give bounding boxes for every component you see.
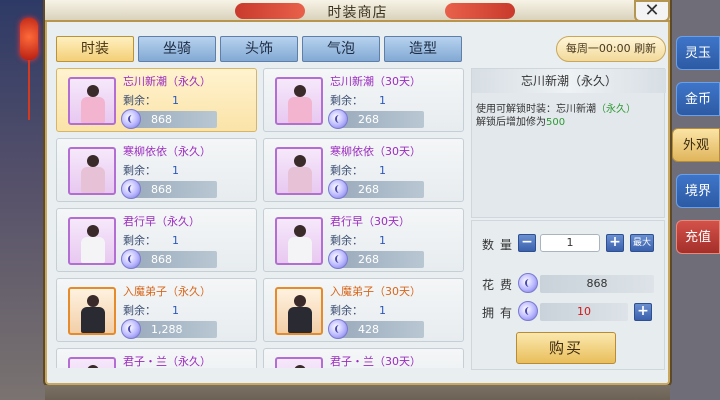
tab-fashion[interactable]: 时装 bbox=[56, 36, 134, 62]
tab-headwear[interactable]: 头饰 bbox=[220, 36, 298, 62]
jade-coin-icon bbox=[121, 109, 141, 129]
item-remaining: 剩余： 1 bbox=[123, 164, 179, 177]
item-card[interactable]: 忘川新潮（永久） 剩余： 1 868 bbox=[56, 68, 257, 132]
owned-label: 拥有 bbox=[482, 306, 519, 320]
item-card[interactable]: 寒柳依依（30天） 剩余： 1 268 bbox=[263, 138, 464, 202]
buy-button[interactable]: 购买 bbox=[516, 332, 616, 364]
item-thumbnail bbox=[275, 217, 323, 265]
side-tab-jade[interactable]: 灵玉 bbox=[676, 36, 720, 70]
item-name: 寒柳依依（永久） bbox=[123, 145, 211, 158]
item-card[interactable]: 君行早（永久） 剩余： 1 868 bbox=[56, 208, 257, 272]
side-tab-gold[interactable]: 金币 bbox=[676, 82, 720, 116]
detail-title: 忘川新潮（永久） bbox=[472, 69, 666, 93]
title-ornament-right bbox=[445, 3, 515, 19]
item-card[interactable]: 君行早（30天） 剩余： 1 268 bbox=[263, 208, 464, 272]
item-card[interactable]: 寒柳依依（永久） 剩余： 1 868 bbox=[56, 138, 257, 202]
jade-coin-icon bbox=[328, 109, 348, 129]
item-grid[interactable]: 忘川新潮（永久） 剩余： 1 868 忘川新潮（30天） 剩余： 1 268 寒柳依… bbox=[56, 68, 464, 368]
item-name: 寒柳依依（30天） bbox=[330, 145, 421, 158]
cost-label: 花费 bbox=[482, 278, 519, 292]
recharge-plus-button[interactable]: + bbox=[634, 303, 652, 321]
quantity-input[interactable]: 1 bbox=[540, 234, 600, 252]
item-thumbnail bbox=[68, 147, 116, 195]
item-name: 君行早（永久） bbox=[123, 215, 200, 228]
lantern-tassel bbox=[28, 60, 30, 120]
item-thumbnail bbox=[275, 357, 323, 368]
jade-coin-icon bbox=[328, 249, 348, 269]
item-name: 君子・兰（永久） bbox=[123, 355, 211, 368]
title-bar: 时装商店 bbox=[45, 0, 670, 22]
title-ornament-left bbox=[235, 3, 305, 19]
item-card[interactable]: 君子・兰（永久） bbox=[56, 348, 257, 368]
refresh-timer: 每周一00:00 刷新 bbox=[556, 36, 666, 62]
tab-mount[interactable]: 坐骑 bbox=[138, 36, 216, 62]
jade-coin-icon bbox=[518, 273, 538, 293]
lantern-decoration bbox=[20, 18, 38, 60]
max-quantity-button[interactable]: 最大 bbox=[630, 234, 654, 252]
jade-coin-icon bbox=[121, 319, 141, 339]
item-thumbnail bbox=[275, 77, 323, 125]
owned-value: 10 bbox=[540, 303, 628, 321]
item-remaining: 剩余： 1 bbox=[330, 94, 386, 107]
item-name: 入魔弟子（永久） bbox=[123, 285, 211, 298]
item-card[interactable]: 忘川新潮（30天） 剩余： 1 268 bbox=[263, 68, 464, 132]
item-thumbnail bbox=[68, 287, 116, 335]
item-card[interactable]: 入魔弟子（永久） 剩余： 1 1,288 bbox=[56, 278, 257, 342]
decrease-quantity-button[interactable]: − bbox=[518, 234, 536, 252]
jade-coin-icon bbox=[121, 179, 141, 199]
item-thumbnail bbox=[68, 77, 116, 125]
item-name: 忘川新潮（30天） bbox=[330, 75, 421, 88]
tab-style[interactable]: 造型 bbox=[384, 36, 462, 62]
tab-bubble[interactable]: 气泡 bbox=[302, 36, 380, 62]
jade-coin-icon bbox=[328, 319, 348, 339]
item-thumbnail bbox=[275, 147, 323, 195]
quantity-label: 数量 bbox=[482, 238, 519, 252]
background-scene bbox=[0, 0, 45, 400]
item-remaining: 剩余： 1 bbox=[330, 234, 386, 247]
close-button[interactable]: ✕ bbox=[634, 0, 670, 22]
item-name: 君子・兰（30天） bbox=[330, 355, 421, 368]
item-thumbnail bbox=[68, 217, 116, 265]
jade-coin-icon bbox=[328, 179, 348, 199]
side-tab-recharge[interactable]: 充值 bbox=[676, 220, 720, 254]
window-title: 时装商店 bbox=[327, 5, 388, 21]
jade-coin-icon bbox=[121, 249, 141, 269]
detail-description: 使用可解锁时装：忘川新潮（永久） 解锁后增加修为500 bbox=[476, 104, 636, 128]
item-remaining: 剩余： 1 bbox=[123, 94, 179, 107]
item-card[interactable]: 入魔弟子（30天） 剩余： 1 428 bbox=[263, 278, 464, 342]
jade-coin-icon bbox=[518, 301, 538, 321]
item-thumbnail bbox=[275, 287, 323, 335]
item-card[interactable]: 君子・兰（30天） bbox=[263, 348, 464, 368]
side-tab-realm[interactable]: 境界 bbox=[676, 174, 720, 208]
increase-quantity-button[interactable]: + bbox=[606, 234, 624, 252]
item-detail-panel: 忘川新潮（永久） 使用可解锁时装：忘川新潮（永久） 解锁后增加修为500 bbox=[471, 68, 666, 218]
item-name: 忘川新潮（永久） bbox=[123, 75, 211, 88]
item-remaining: 剩余： 1 bbox=[123, 234, 179, 247]
item-remaining: 剩余： 1 bbox=[330, 164, 386, 177]
cost-value: 868 bbox=[540, 275, 654, 293]
item-remaining: 剩余： 1 bbox=[123, 304, 179, 317]
item-name: 入魔弟子（30天） bbox=[330, 285, 421, 298]
bottom-edge bbox=[45, 385, 670, 400]
item-name: 君行早（30天） bbox=[330, 215, 410, 228]
side-tab-appearance[interactable]: 外观 bbox=[672, 128, 720, 162]
item-remaining: 剩余： 1 bbox=[330, 304, 386, 317]
item-thumbnail bbox=[68, 357, 116, 368]
